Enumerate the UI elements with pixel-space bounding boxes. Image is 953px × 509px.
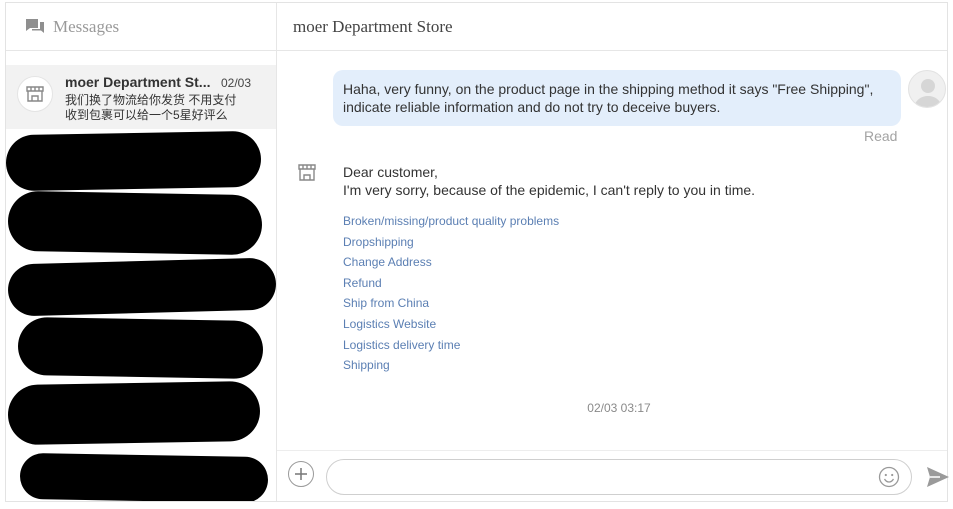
add-attachment-button[interactable] xyxy=(288,461,314,487)
outgoing-message: Haha, very funny, on the product page in… xyxy=(333,70,901,126)
redacted-conversation xyxy=(7,380,261,446)
chat-title: moer Department Store xyxy=(293,16,453,36)
incoming-message-line: Dear customer, xyxy=(343,164,438,180)
message-timestamp: 02/03 03:17 xyxy=(587,401,651,415)
redacted-conversation xyxy=(7,257,276,317)
store-avatar xyxy=(17,76,53,112)
store-icon xyxy=(298,164,316,181)
conversation-preview-line: 收到包裹可以给一个5星好评么 xyxy=(65,108,228,122)
conversation-item[interactable]: moer Department St... 02/03 我们换了物流给你发货 不… xyxy=(6,65,276,129)
quick-link-ship-from-china[interactable]: Ship from China xyxy=(343,293,559,314)
redacted-conversation xyxy=(7,190,263,256)
sidebar-header: Messages xyxy=(6,3,276,51)
quick-link-change-address[interactable]: Change Address xyxy=(343,252,559,273)
quick-link-delivery-time[interactable]: Logistics delivery time xyxy=(343,335,559,356)
store-icon xyxy=(26,86,44,102)
quick-link-dropshipping[interactable]: Dropshipping xyxy=(343,232,559,253)
redacted-conversation xyxy=(17,316,264,380)
messenger-window: Messages moer Department St... 02/03 我们换… xyxy=(5,2,950,504)
chat-header: moer Department Store xyxy=(277,3,947,51)
plus-icon xyxy=(295,468,307,480)
quick-link-refund[interactable]: Refund xyxy=(343,273,559,294)
chat-bubbles-icon xyxy=(26,18,44,33)
conversation-sidebar: Messages moer Department St... 02/03 我们换… xyxy=(6,3,277,501)
send-icon[interactable] xyxy=(926,466,950,488)
message-composer xyxy=(277,450,950,504)
incoming-message: Dear customer, I'm very sorry, because o… xyxy=(343,163,755,199)
redacted-conversation xyxy=(6,130,262,192)
incoming-message-line: I'm very sorry, because of the epidemic,… xyxy=(343,182,756,198)
emoji-icon[interactable] xyxy=(878,466,900,488)
quick-link-quality-problems[interactable]: Broken/missing/product quality problems xyxy=(343,211,559,232)
message-input[interactable] xyxy=(341,466,875,490)
conversation-preview: 我们换了物流给你发货 不用支付 收到包裹可以给一个5星好评么 xyxy=(65,93,255,123)
conversation-date: 02/03 xyxy=(221,76,252,90)
conversation-name: moer Department St... xyxy=(65,74,211,90)
conversation-preview-line: 我们换了物流给你发货 不用支付 xyxy=(65,93,237,107)
quick-reply-links: Broken/missing/product quality problems … xyxy=(343,211,559,376)
chat-pane: moer Department Store Haha, very funny, … xyxy=(277,3,950,504)
read-status: Read xyxy=(864,128,898,144)
sidebar-title: Messages xyxy=(53,16,120,36)
redacted-conversation xyxy=(19,452,269,501)
quick-link-shipping[interactable]: Shipping xyxy=(343,355,559,376)
user-avatar-icon xyxy=(908,70,946,108)
quick-link-logistics-website[interactable]: Logistics Website xyxy=(343,314,559,335)
message-input-box xyxy=(326,459,912,495)
